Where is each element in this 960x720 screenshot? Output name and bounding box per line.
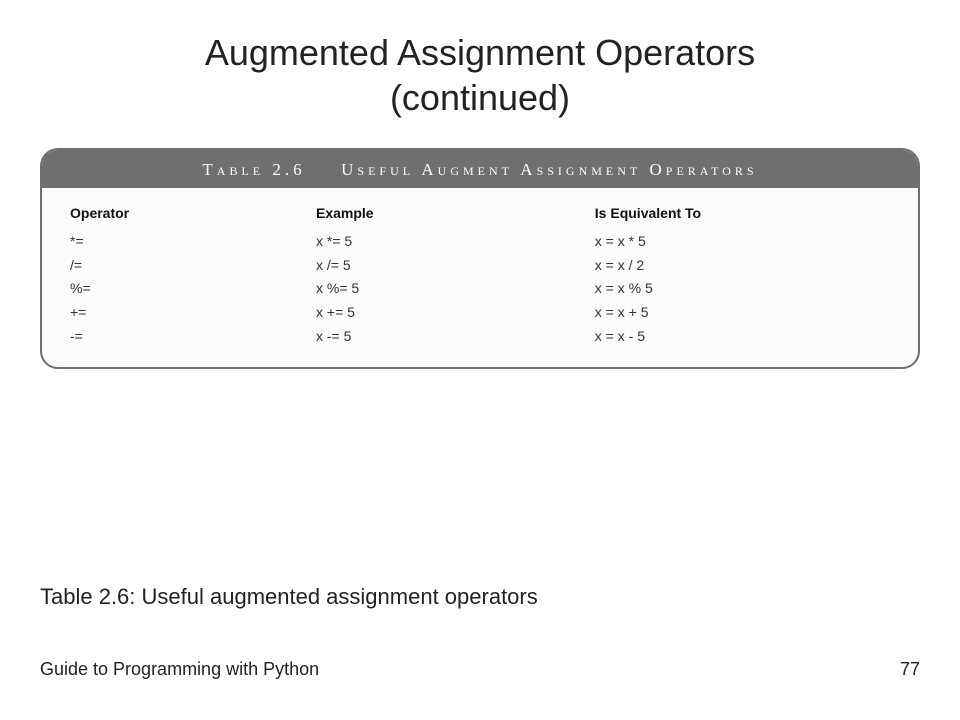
col-equivalent: Is Equivalent To [595,202,890,226]
table-header-bar: Table 2.6 Useful Augment Assignment Oper… [42,150,918,188]
cell-equivalent: x = x + 5 [595,301,890,325]
table-row: *= x *= 5 x = x * 5 [70,230,890,254]
page-number: 77 [900,659,920,680]
cell-example: x *= 5 [316,230,595,254]
cell-operator: %= [70,277,316,301]
cell-operator: /= [70,254,316,278]
title-line-2: (continued) [390,77,570,118]
cell-operator: *= [70,230,316,254]
col-example: Example [316,202,595,226]
cell-operator: += [70,301,316,325]
cell-example: x -= 5 [316,325,595,349]
table-row: += x += 5 x = x + 5 [70,301,890,325]
table-title: Useful Augment Assignment Operators [341,160,757,179]
operators-table: Table 2.6 Useful Augment Assignment Oper… [40,148,920,369]
cell-operator: -= [70,325,316,349]
slide-title: Augmented Assignment Operators (continue… [40,30,920,120]
cell-example: x /= 5 [316,254,595,278]
title-line-1: Augmented Assignment Operators [205,32,755,73]
slide-footer: Guide to Programming with Python 77 [40,659,920,680]
table-row: /= x /= 5 x = x / 2 [70,254,890,278]
table-row: %= x %= 5 x = x % 5 [70,277,890,301]
cell-example: x += 5 [316,301,595,325]
slide: Augmented Assignment Operators (continue… [0,0,960,720]
cell-equivalent: x = x / 2 [595,254,890,278]
col-operator: Operator [70,202,316,226]
table-caption: Table 2.6: Useful augmented assignment o… [40,584,538,610]
table-column-headers: Operator Example Is Equivalent To [70,202,890,226]
cell-equivalent: x = x * 5 [595,230,890,254]
table-row: -= x -= 5 x = x - 5 [70,325,890,349]
footer-left: Guide to Programming with Python [40,659,319,680]
cell-equivalent: x = x - 5 [595,325,890,349]
table-number: Table 2.6 [202,160,305,179]
table-body: Operator Example Is Equivalent To *= x *… [42,188,918,367]
cell-equivalent: x = x % 5 [595,277,890,301]
cell-example: x %= 5 [316,277,595,301]
